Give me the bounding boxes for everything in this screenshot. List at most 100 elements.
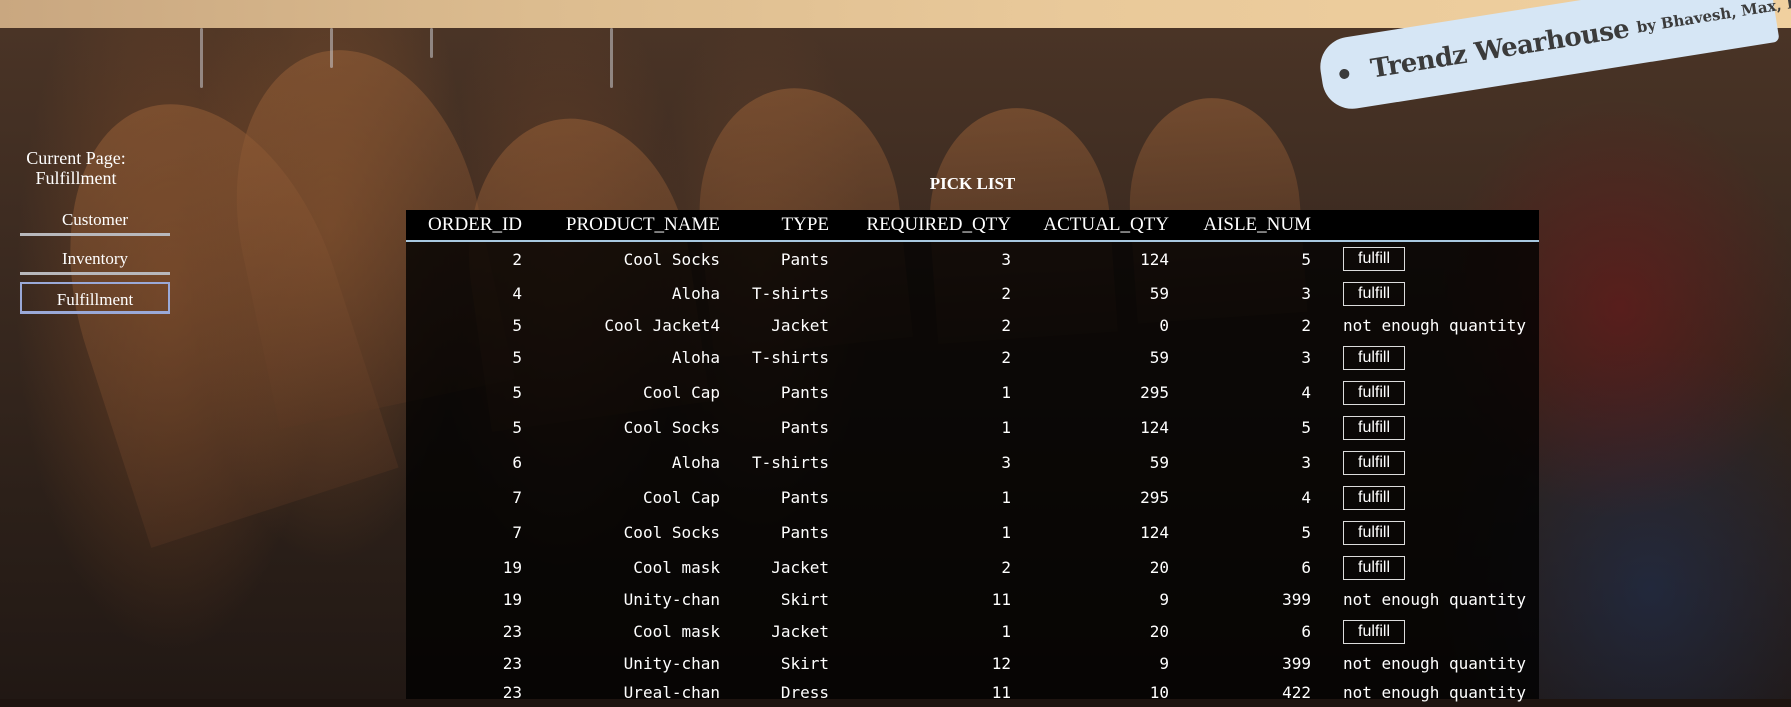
cell-required-qty: 1	[1001, 622, 1011, 641]
column-header-action	[1311, 210, 1539, 242]
column-header-aisle-num: AISLE_NUM	[1169, 210, 1311, 242]
cell-type: T-shirts	[751, 348, 829, 367]
cell-order-id: 19	[502, 558, 522, 577]
pick-list-panel: ORDER_ID PRODUCT_NAME TYPE REQUIRED_QTY …	[406, 210, 1539, 702]
fulfill-button[interactable]: fulfill	[1343, 619, 1406, 644]
cell-aisle-num: 399	[1282, 590, 1311, 609]
cell-actual-qty: 20	[1149, 622, 1169, 641]
table-row: 7 Cool Cap Pants 1 295 4 fulfill	[406, 480, 1539, 515]
fulfill-button[interactable]: fulfill	[1343, 380, 1406, 405]
cell-type: Pants	[780, 383, 829, 402]
cell-action: fulfill	[1311, 410, 1539, 445]
current-page-indicator: Current Page: Fulfillment	[18, 148, 134, 188]
cell-actual-qty: 295	[1140, 488, 1169, 507]
cell-order-id: 5	[512, 348, 522, 367]
cell-type: T-shirts	[751, 453, 829, 472]
cell-required-qty: 2	[1001, 348, 1011, 367]
cell-required-qty: 12	[991, 654, 1011, 673]
cell-aisle-num: 4	[1301, 488, 1311, 507]
cell-product-name: Aloha	[671, 453, 720, 472]
fulfill-button[interactable]: fulfill	[1343, 281, 1406, 306]
cell-product-name: Cool Cap	[642, 383, 720, 402]
fulfill-button[interactable]: fulfill	[1343, 450, 1406, 475]
cell-type: Dress	[780, 683, 829, 702]
cell-action: fulfill	[1311, 445, 1539, 480]
cell-actual-qty: 295	[1140, 383, 1169, 402]
table-row: 4 Aloha T-shirts 2 59 3 fulfill	[406, 276, 1539, 311]
cell-actual-qty: 9	[1159, 654, 1169, 673]
brand-byline: by Bhavesh, Max, Erin	[1635, 0, 1791, 37]
cell-product-name: Cool Cap	[642, 488, 720, 507]
current-page-value: Fulfillment	[35, 168, 117, 188]
cell-type: Pants	[780, 418, 829, 437]
cell-actual-qty: 10	[1149, 683, 1169, 702]
cell-aisle-num: 5	[1301, 523, 1311, 542]
cell-aisle-num: 3	[1301, 284, 1311, 303]
table-row: 5 Cool Cap Pants 1 295 4 fulfill	[406, 375, 1539, 410]
table-row: 19 Cool mask Jacket 2 20 6 fulfill	[406, 550, 1539, 585]
cell-action: not enough quantity	[1311, 585, 1539, 614]
cell-aisle-num: 3	[1301, 348, 1311, 367]
cell-product-name: Unity-chan	[623, 590, 720, 609]
table-row: 23 Ureal-chan Dress 11 10 422 not enough quant…	[406, 678, 1539, 707]
cell-required-qty: 3	[1001, 249, 1011, 269]
column-header-actual-qty: ACTUAL_QTY	[1011, 210, 1169, 242]
table-row: 19 Unity-chan Skirt 11 9 399 not enough quanti…	[406, 585, 1539, 614]
cell-type: Skirt	[780, 654, 829, 673]
nav-item-customer[interactable]: Customer	[20, 204, 170, 236]
cell-product-name: Cool Socks	[623, 523, 720, 542]
not-enough-quantity-text: not enough quantity	[1343, 654, 1527, 673]
column-header-product-name: PRODUCT_NAME	[522, 210, 720, 242]
cell-aisle-num: 5	[1301, 249, 1311, 269]
cell-action: not enough quantity	[1311, 649, 1539, 678]
cell-order-id: 6	[512, 453, 522, 472]
cell-actual-qty: 59	[1149, 348, 1169, 367]
fulfill-button[interactable]: fulfill	[1343, 345, 1406, 370]
cell-required-qty: 1	[1001, 523, 1011, 542]
hanger-hook	[200, 28, 203, 88]
cell-aisle-num: 5	[1301, 418, 1311, 437]
cell-action: fulfill	[1311, 241, 1539, 276]
sidebar-nav: Customer Inventory Fulfillment	[20, 204, 170, 321]
fulfill-button[interactable]: fulfill	[1343, 555, 1406, 580]
cell-aisle-num: 6	[1301, 558, 1311, 577]
cell-product-name: Cool Jacket4	[604, 316, 720, 335]
nav-item-fulfillment[interactable]: Fulfillment	[20, 282, 170, 314]
table-row: 23 Unity-chan Skirt 12 9 399 not enough quanti…	[406, 649, 1539, 678]
cell-action: fulfill	[1311, 550, 1539, 585]
cell-order-id: 23	[502, 622, 522, 641]
fulfill-button[interactable]: fulfill	[1343, 520, 1406, 545]
cell-aisle-num: 3	[1301, 453, 1311, 472]
table-row: 6 Aloha T-shirts 3 59 3 fulfill	[406, 445, 1539, 480]
cell-required-qty: 3	[1001, 453, 1011, 472]
cell-product-name: Aloha	[671, 348, 720, 367]
table-row: 5 Cool Socks Pants 1 124 5 fulfill	[406, 410, 1539, 445]
cell-order-id: 5	[512, 316, 522, 335]
column-header-required-qty: REQUIRED_QTY	[829, 210, 1011, 242]
cell-product-name: Cool mask	[633, 622, 720, 641]
fulfill-button[interactable]: fulfill	[1343, 247, 1406, 271]
cell-aisle-num: 422	[1282, 683, 1311, 702]
cell-product-name: Cool mask	[633, 558, 720, 577]
cell-actual-qty: 20	[1149, 558, 1169, 577]
cell-type: Pants	[780, 249, 829, 269]
cell-actual-qty: 124	[1140, 249, 1169, 269]
fulfill-button[interactable]: fulfill	[1343, 415, 1406, 440]
cell-order-id: 7	[512, 488, 522, 507]
current-page-label: Current Page:	[26, 148, 126, 168]
cell-product-name: Ureal-chan	[623, 683, 720, 702]
hanger-hook	[430, 28, 433, 58]
table-row: 23 Cool mask Jacket 1 20 6 fulfill	[406, 614, 1539, 649]
cell-order-id: 2	[512, 249, 522, 269]
cell-type: Skirt	[780, 590, 829, 609]
pick-list-title: PICK LIST	[929, 174, 1016, 193]
cell-product-name: Cool Socks	[623, 418, 720, 437]
hanger-hook	[330, 28, 333, 68]
fulfill-button[interactable]: fulfill	[1343, 485, 1406, 510]
cell-required-qty: 2	[1001, 558, 1011, 577]
nav-item-inventory[interactable]: Inventory	[20, 243, 170, 275]
cell-type: Jacket	[771, 622, 829, 641]
cell-aisle-num: 399	[1282, 654, 1311, 673]
cell-required-qty: 1	[1001, 488, 1011, 507]
cell-product-name: Cool Socks	[623, 249, 720, 269]
